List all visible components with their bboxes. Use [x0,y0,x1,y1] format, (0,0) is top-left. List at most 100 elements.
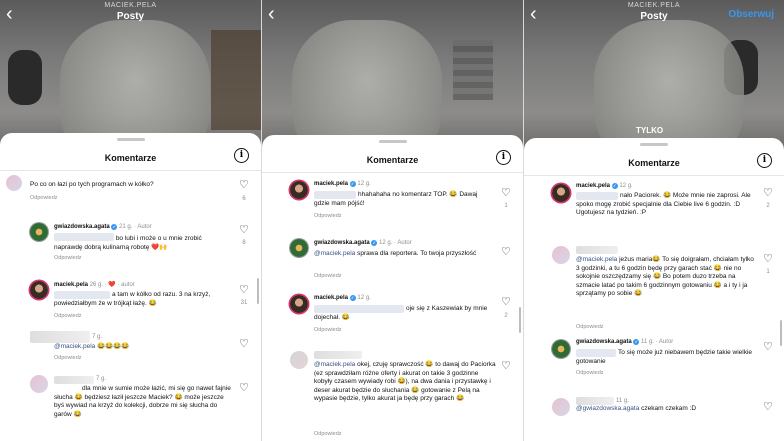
reply-button[interactable]: Odpowiedz [314,327,342,333]
blurred-mention [54,233,114,241]
reply-button[interactable]: Odpowiedz [576,324,604,330]
reply-button[interactable]: Odpowiedz [54,355,82,361]
reply-button[interactable]: Odpowiedz [54,313,82,319]
info-icon[interactable]: i [757,153,772,168]
like-heart-icon[interactable]: ♡ [501,247,511,258]
comment-text: @maciek.pela 😂😂😂😂 [54,343,130,350]
comments-title: Komentarze [628,158,680,168]
avatar[interactable] [6,175,22,191]
comment-author: maciek.pela ✓ 12 g. [314,295,371,301]
top-bar: ‹ MACIEK.PELA Posty [0,0,261,32]
avatar[interactable] [30,281,48,299]
reply-button[interactable]: Odpowiedz [314,213,342,219]
comment: gwiazdowska.agata ✓ 21 g. · Autor bo lub… [0,219,261,269]
like-heart-icon[interactable]: ♡ [501,188,511,199]
comment: maciek.pela ✓ 12 g. hhahahaha no komenta… [262,177,523,227]
avatar[interactable] [290,295,308,313]
drag-handle[interactable] [116,138,145,141]
blurred-username [54,376,94,384]
like-heart-icon[interactable]: ♡ [763,254,773,265]
comment-text: Po co on łazi po tych programach w kółko… [30,181,154,188]
avatar[interactable] [290,181,308,199]
like-heart-icon[interactable]: ♡ [763,188,773,199]
like-heart-icon[interactable]: ♡ [239,180,249,191]
comment-author: gwiazdowska.agata ✓ 11 g. · Autor [576,339,674,345]
like-count: 31 [240,300,248,306]
back-arrow-icon[interactable]: ‹ [268,4,275,24]
like-heart-icon[interactable]: ♡ [501,361,511,372]
like-count: 1 [504,203,508,209]
comment-text: To się może już niebawem będzie takie wi… [576,349,753,365]
scrollbar[interactable] [257,278,259,304]
like-count: 2 [504,313,508,319]
comment: maciek.pela ✓ 12 g. nało Paciorek. 😂 Moż… [524,180,784,240]
comments-header: Komentarze i [0,133,261,171]
like-count: 2 [766,203,770,209]
reply-button[interactable]: Odpowiedz [314,273,342,279]
comment: gwiazdowska.agata ✓ 12 g. · Autor @macie… [262,235,523,285]
comment-text: @gwiazdowska.agata czekam czekam :D [576,405,697,412]
comment-author: maciek.pela ✓ 12 g. [314,181,371,187]
scrollbar[interactable] [780,320,782,346]
comment-text: @maciek.pela sprawa dla reportera. To tw… [314,250,477,257]
like-heart-icon[interactable]: ♡ [239,225,249,236]
comment: @maciek.pela jeżus maria😂 To się doigrał… [524,244,784,336]
drag-handle[interactable] [378,140,407,143]
like-heart-icon[interactable]: ♡ [239,383,249,394]
avatar[interactable] [290,351,308,369]
avatar[interactable] [552,398,570,416]
avatar[interactable] [30,223,48,241]
scrollbar[interactable] [519,307,521,333]
comments-sheet: Komentarze i Po co on łazi po tych progr… [0,133,261,441]
comment-text: @maciek.pela okej, czuję sprawczość 😂 to… [314,361,496,402]
follow-button[interactable]: Obserwuj [728,9,774,20]
comment-text: @maciek.pela jeżus maria😂 To się doigrał… [576,256,754,297]
like-count: 1 [766,269,770,275]
like-count: 8 [242,240,246,246]
avatar[interactable] [552,246,570,264]
like-heart-icon[interactable]: ♡ [763,402,773,413]
comment: gwiazdowska.agata ✓ 11 g. · Autor To się… [524,334,784,384]
screenshot-panel-3: ‹ MACIEK.PELA Posty Obserwuj TYLKO Komen… [524,0,784,441]
drag-handle[interactable] [640,143,668,146]
reply-button[interactable]: Odpowiedz [30,195,58,201]
comments-header: Komentarze i [262,135,523,173]
avatar[interactable] [552,184,570,202]
comment: maciek.pela 26 g. · ❤️ · autor a tam w k… [0,277,261,327]
like-heart-icon[interactable]: ♡ [239,339,249,350]
blurred-username [576,246,618,254]
like-heart-icon[interactable]: ♡ [501,297,511,308]
reply-button[interactable]: Odpowiedz [314,431,342,437]
comment-text: bo lubi i może o u mnie zrobić naprawdę … [54,233,202,251]
like-count: 6 [242,196,246,202]
comment: 11 g. @gwiazdowska.agata czekam czekam :… [524,394,784,434]
comments-title: Komentarze [366,155,419,165]
comment-time: 7 g. [96,376,107,382]
comment-author: maciek.pela 26 g. · ❤️ · autor [54,282,135,288]
screenshot-panel-1: ‹ MACIEK.PELA Posty Komentarze i Po co o… [0,0,261,441]
top-username: MACIEK.PELA [627,2,681,9]
comments-title: Komentarze [104,153,157,163]
avatar[interactable] [30,375,48,393]
video-caption: TYLKO [636,126,664,135]
like-heart-icon[interactable]: ♡ [239,285,249,296]
comment-author: gwiazdowska.agata ✓ 21 g. · Autor [54,224,152,230]
avatar[interactable] [290,239,308,257]
top-username: MACIEK.PELA [104,2,157,9]
comment: 7 g. dla mnie w sumie może łazić, mi się… [0,371,261,441]
comments-sheet: Komentarze i maciek.pela ✓ 12 g. hhahaha… [262,135,523,441]
comment-text: hhahahaha no komentarz TOP. 😂 Dawaj gdzi… [314,191,478,207]
avatar[interactable] [552,340,570,358]
blurred-username [314,351,362,359]
info-icon[interactable]: i [234,148,249,163]
blurred-username [30,331,90,343]
comment-time: 11 g. [616,398,629,404]
reply-button[interactable]: Odpowiedz [576,370,604,376]
reply-button[interactable]: Odpowiedz [54,255,82,261]
comment-text: nało Paciorek. 😂 Może mnie nie zaprosi. … [576,192,751,216]
comment-text: oje się z Kaszewiak by mnie dojechał. 😂 [314,305,488,321]
like-heart-icon[interactable]: ♡ [763,342,773,353]
top-bar: ‹ MACIEK.PELA Posty Obserwuj [524,0,784,32]
info-icon[interactable]: i [496,150,511,165]
comment: 7 g. @maciek.pela 😂😂😂😂 Odpowiedz ♡ [0,329,261,369]
